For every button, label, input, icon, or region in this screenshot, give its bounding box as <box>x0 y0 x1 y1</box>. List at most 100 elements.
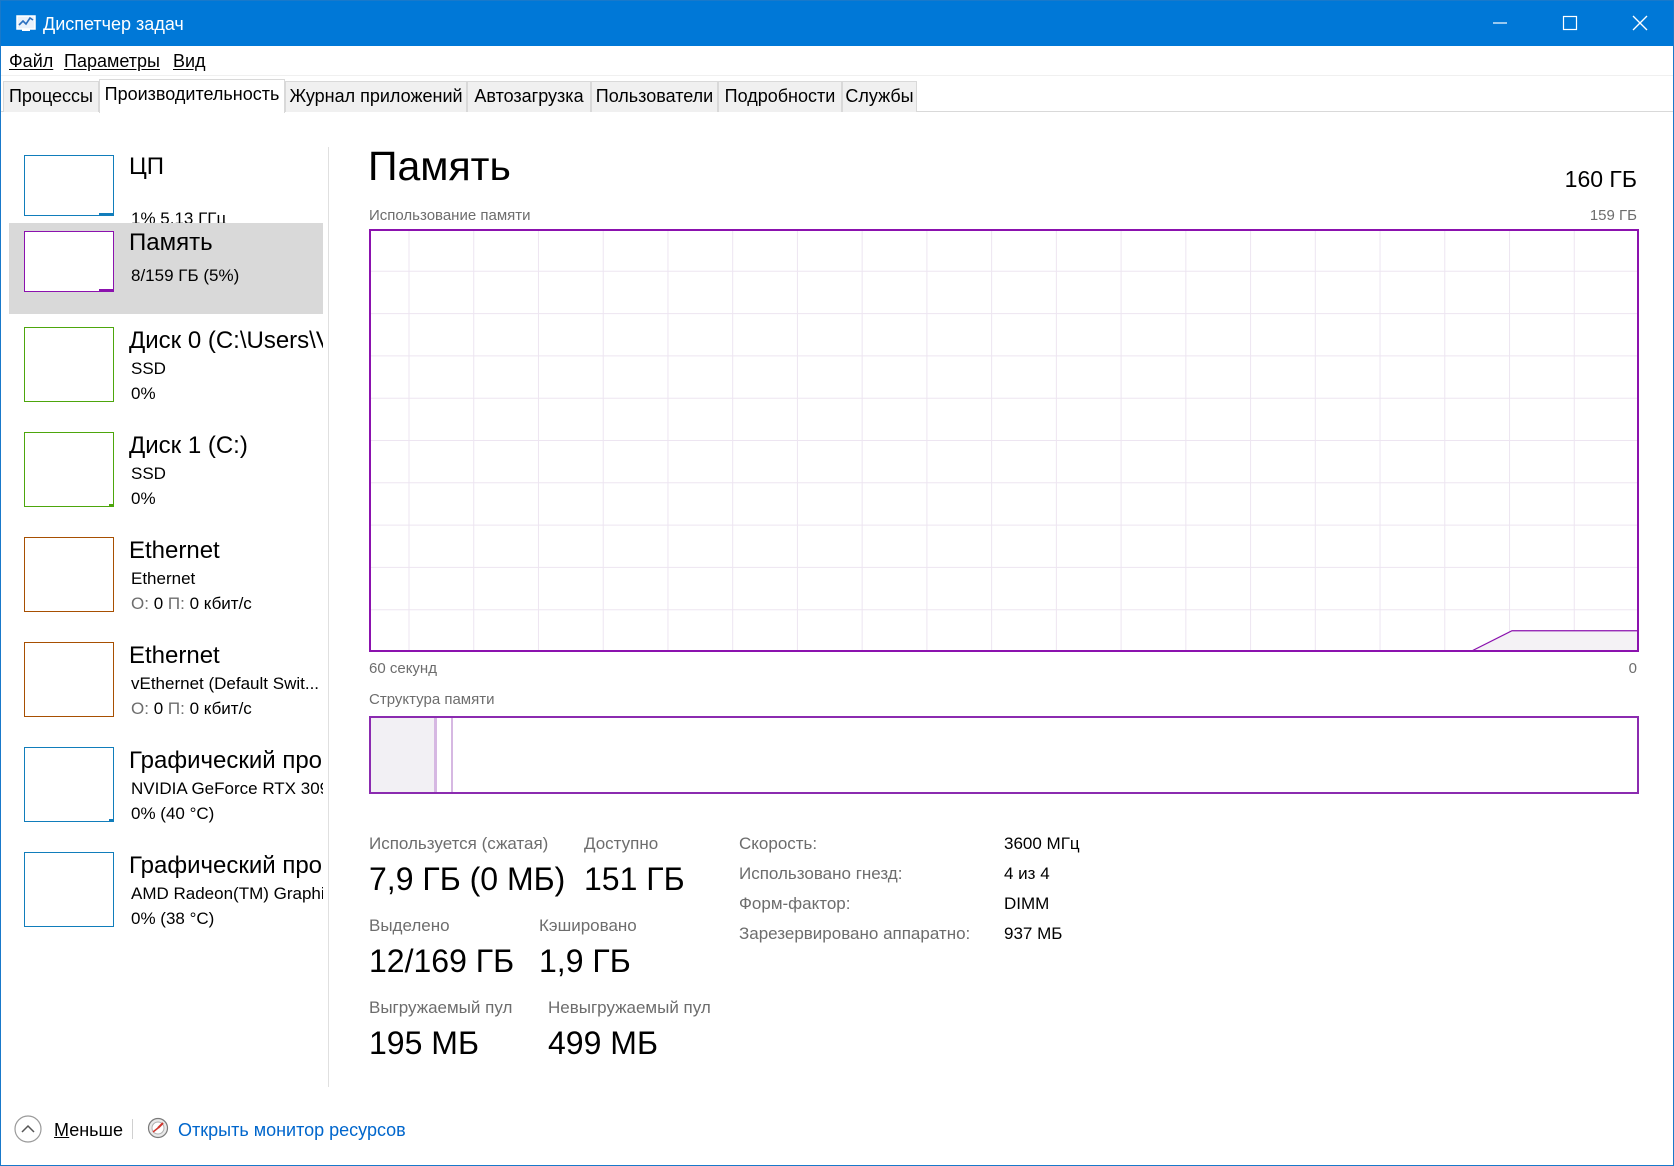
sidebar-item-usage: 0% (38 °C) <box>131 909 215 928</box>
title-bar[interactable]: Диспетчер задач <box>1 1 1673 46</box>
sidebar-item-title: Графический проц <box>129 852 323 879</box>
sidebar-item-usage: 0% <box>131 384 156 403</box>
menu-bar: Файл Параметры Вид <box>1 46 1673 76</box>
sidebar-item-memory[interactable]: Память 8/159 ГБ (5%) <box>9 223 323 314</box>
tab-details[interactable]: Подробности <box>718 81 842 112</box>
task-manager-app-icon <box>16 15 36 31</box>
fewer-details-button[interactable]: Меньше <box>54 1119 123 1141</box>
sidebar-item-title: Диск 1 (C:) <box>129 432 248 459</box>
sidebar-item-adapter: Ethernet <box>131 569 196 588</box>
sidebar-item-gpu-name: AMD Radeon(TM) Graphi <box>131 884 323 903</box>
tab-app-history[interactable]: Журнал приложений <box>285 81 467 112</box>
tab-processes[interactable]: Процессы <box>3 81 99 112</box>
sidebar-item-type: SSD <box>131 464 166 483</box>
menu-file[interactable]: Файл <box>9 51 53 71</box>
maximize-icon <box>1562 15 1578 31</box>
memory-structure-bar <box>369 716 1639 794</box>
committed-label: Выделено <box>369 916 450 935</box>
sidebar-item-title: Ethernet <box>129 537 220 564</box>
hardware-reserved-value: 937 МБ <box>1004 924 1063 943</box>
usage-graph-max: 159 ГБ <box>1589 207 1637 224</box>
sidebar-item-throughput: О: 0 П: 0 кбит/с <box>131 593 323 615</box>
chevron-up-icon[interactable] <box>13 1114 43 1144</box>
fewer-details-accesskey: М <box>54 1120 70 1140</box>
tab-bar: Процессы Производительность Журнал прило… <box>1 76 1673 113</box>
memory-structure-label: Структура памяти <box>369 691 495 708</box>
sidebar-item-disk-0[interactable]: Диск 0 (C:\Users\V SSD 0% <box>9 321 323 412</box>
nonpaged-pool-label: Невыгружаемый пул <box>548 998 711 1017</box>
fewer-details-label: еньше <box>69 1120 123 1140</box>
gpu-0-mini-graph <box>24 747 114 822</box>
disk-1-mini-graph <box>24 432 114 507</box>
in-use-label: Используется (сжатая) <box>369 834 549 853</box>
sidebar-item-usage: 0% (40 °C) <box>131 804 215 823</box>
sidebar-item-ethernet-1[interactable]: Ethernet Ethernet О: 0 П: 0 кбит/с <box>9 531 323 622</box>
tab-startup[interactable]: Автозагрузка <box>467 81 591 112</box>
cpu-mini-graph <box>24 155 114 216</box>
available-value: 151 ГБ <box>584 861 685 897</box>
open-resource-monitor-link[interactable]: Открыть монитор ресурсов <box>178 1119 406 1141</box>
sidebar-item-adapter: vEthernet (Default Swit... <box>131 674 320 693</box>
sidebar-item-title: Память <box>129 229 213 256</box>
receive-value: 0 кбит/с <box>189 699 252 718</box>
ethernet-2-mini-graph <box>24 642 114 717</box>
send-value: 0 <box>153 699 164 718</box>
send-label: О: <box>131 594 149 613</box>
cached-value: 1,9 ГБ <box>539 943 631 979</box>
performance-sidebar: ЦП 1% 5,13 ГГц Память 8/159 ГБ (5%) Диск… <box>1 113 327 1088</box>
memory-mini-graph <box>24 231 114 292</box>
memory-usage-chart <box>369 229 1639 652</box>
paged-pool-label: Выгружаемый пул <box>369 998 513 1017</box>
sidebar-item-title: Ethernet <box>129 642 220 669</box>
form-factor-value: DIMM <box>1004 894 1050 913</box>
sidebar-item-gpu-name: NVIDIA GeForce RTX 309 <box>131 779 323 798</box>
sidebar-divider[interactable] <box>328 147 329 1087</box>
ethernet-1-mini-graph <box>24 537 114 612</box>
sidebar-item-throughput: О: 0 П: 0 кбит/с <box>131 698 323 720</box>
form-factor-label: Форм-фактор: <box>739 894 851 913</box>
sidebar-item-title: Графический проц <box>129 747 323 774</box>
minimize-button[interactable] <box>1465 1 1535 46</box>
maximize-button[interactable] <box>1535 1 1605 46</box>
paged-pool-value: 195 МБ <box>369 1025 479 1061</box>
in-use-value: 7,9 ГБ (0 МБ) <box>369 861 566 897</box>
sidebar-item-detail: 8/159 ГБ (5%) <box>131 266 240 285</box>
task-manager-window: Диспетчер задач Файл Параметры Вид Проце… <box>0 0 1674 1166</box>
send-value: 0 <box>153 594 164 613</box>
close-button[interactable] <box>1605 1 1673 46</box>
close-icon <box>1632 15 1648 31</box>
committed-value: 12/169 ГБ <box>369 943 515 979</box>
available-label: Доступно <box>584 834 659 853</box>
page-title: Память <box>368 143 511 189</box>
send-label: О: <box>131 699 149 718</box>
tab-users[interactable]: Пользователи <box>591 81 718 112</box>
sidebar-item-gpu-1[interactable]: Графический проц AMD Radeon(TM) Graphi 0… <box>9 846 323 937</box>
hardware-reserved-label: Зарезервировано аппаратно: <box>739 924 971 943</box>
menu-options[interactable]: Параметры <box>64 51 160 71</box>
slots-value: 4 из 4 <box>1004 864 1050 883</box>
tab-services[interactable]: Службы <box>842 81 917 112</box>
memory-detail-pane: Память 160 ГБ Использование памяти 159 Г… <box>341 113 1673 1088</box>
sidebar-item-title: ЦП <box>129 153 165 180</box>
speed-value: 3600 МГц <box>1004 834 1080 853</box>
sidebar-item-gpu-0[interactable]: Графический проц NVIDIA GeForce RTX 309 … <box>9 741 323 832</box>
footer-separator <box>132 1119 133 1139</box>
nonpaged-pool-value: 499 МБ <box>548 1025 658 1061</box>
footer-bar: Меньше Открыть монитор ресурсов <box>1 1111 1673 1147</box>
receive-label: П: <box>167 699 185 718</box>
sidebar-item-title: Диск 0 (C:\Users\V <box>129 327 323 354</box>
window-title: Диспетчер задач <box>43 14 184 34</box>
cached-label: Кэшировано <box>539 916 637 935</box>
speed-label: Скорость: <box>739 834 818 853</box>
gpu-1-mini-graph <box>24 852 114 927</box>
usage-graph-label: Использование памяти <box>369 207 531 224</box>
time-span-label: 60 секунд <box>369 660 437 677</box>
tab-performance[interactable]: Производительность <box>99 79 285 113</box>
structure-modified-segment <box>437 718 453 792</box>
sidebar-item-type: SSD <box>131 359 166 378</box>
sidebar-item-ethernet-2[interactable]: Ethernet vEthernet (Default Swit... О: 0… <box>9 636 323 727</box>
menu-view[interactable]: Вид <box>173 51 206 71</box>
sidebar-item-disk-1[interactable]: Диск 1 (C:) SSD 0% <box>9 426 323 517</box>
receive-value: 0 кбит/с <box>189 594 252 613</box>
disk-0-mini-graph <box>24 327 114 402</box>
